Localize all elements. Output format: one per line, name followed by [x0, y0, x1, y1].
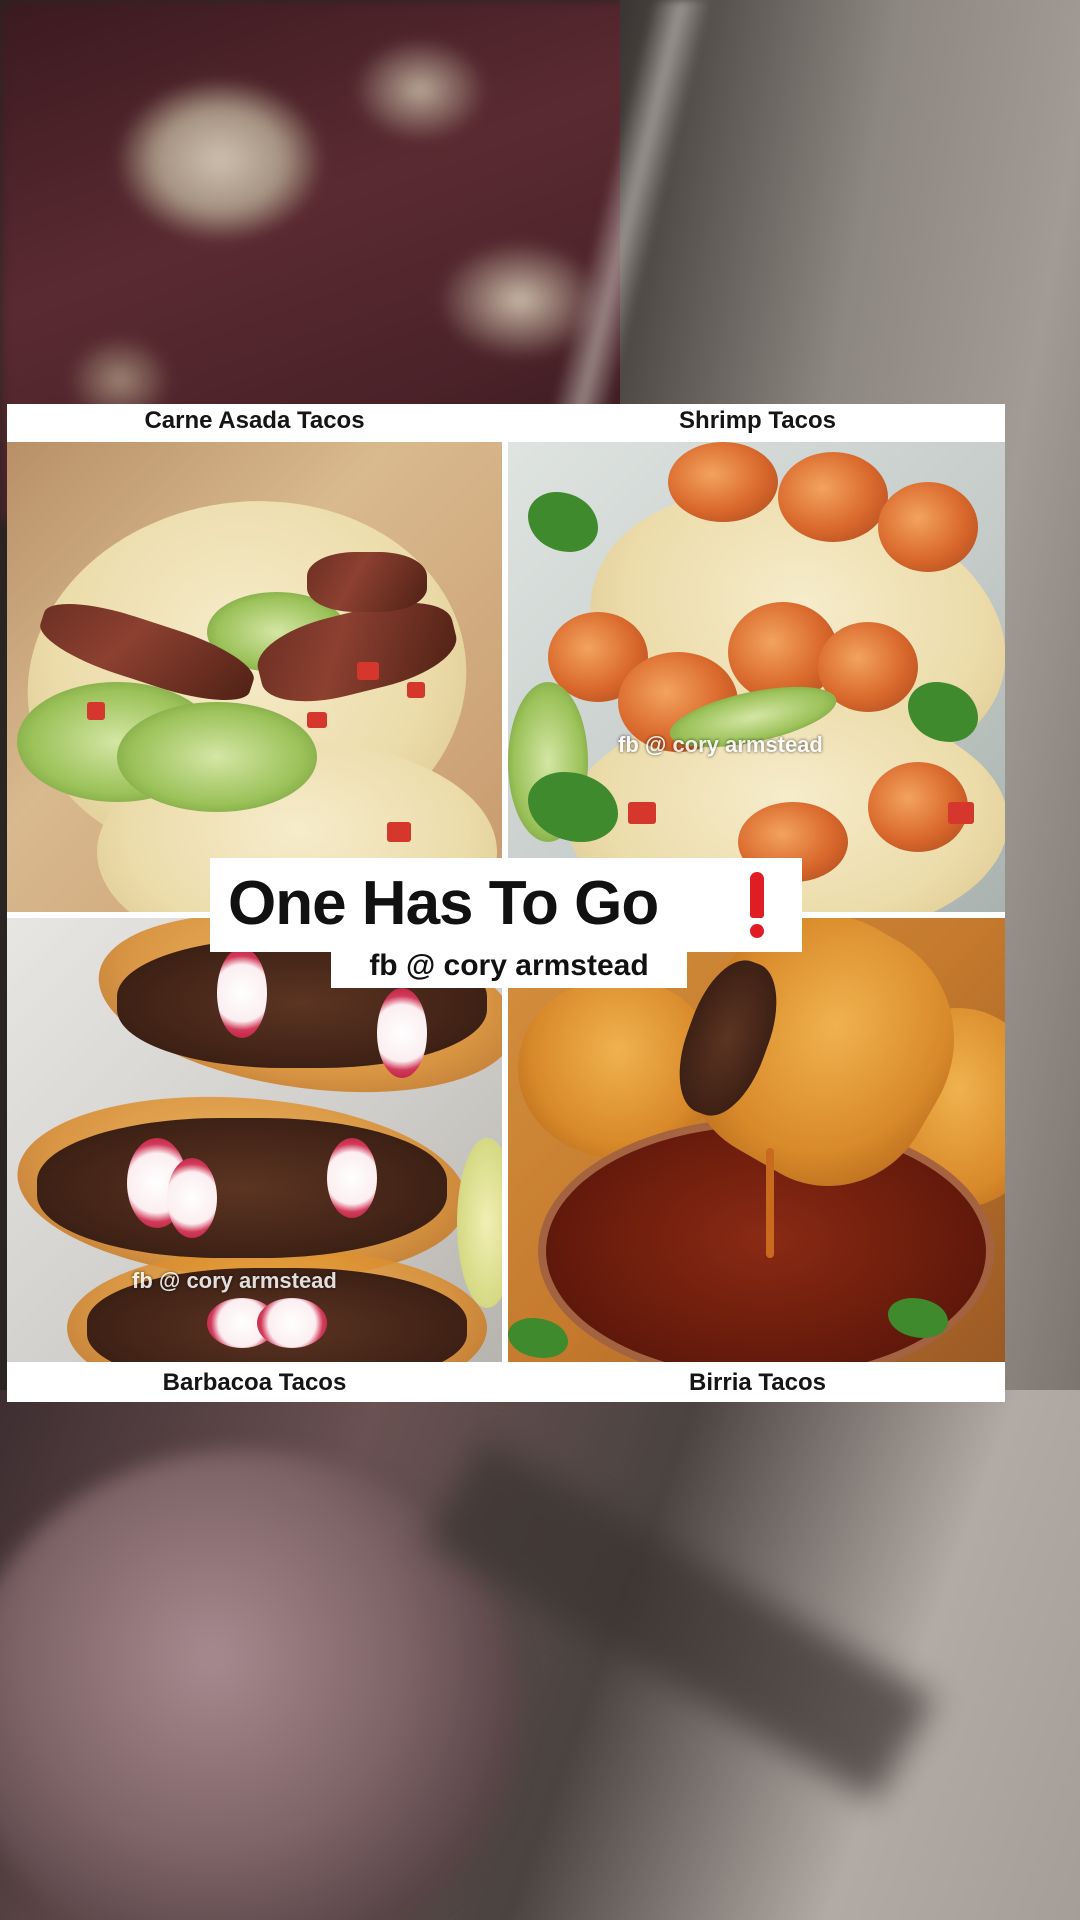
title-badge: One Has To Go — [210, 858, 802, 952]
caption-carne-asada: Carne Asada Tacos — [144, 407, 365, 434]
credit-badge: fb @ cory armstead — [331, 944, 687, 988]
title-text: One Has To Go — [228, 869, 659, 938]
red-exclamation-icon — [742, 872, 772, 940]
photo-shrimp-tacos: fb @ cory armstead — [508, 442, 1005, 912]
caption-barbacoa: Barbacoa Tacos — [162, 1369, 347, 1396]
photo-carne-asada-tacos — [7, 442, 502, 912]
watermark-shrimp: fb @ cory armstead — [618, 732, 823, 757]
watermark-barbacoa: fb @ cory armstead — [132, 1268, 337, 1293]
credit-text: fb @ cory armstead — [369, 949, 649, 982]
caption-birria: Birria Tacos — [689, 1369, 826, 1396]
taco-collage: Carne Asada Tacos Shrimp Tacos fb @ cory… — [7, 404, 1005, 1402]
caption-shrimp: Shrimp Tacos — [679, 407, 836, 434]
